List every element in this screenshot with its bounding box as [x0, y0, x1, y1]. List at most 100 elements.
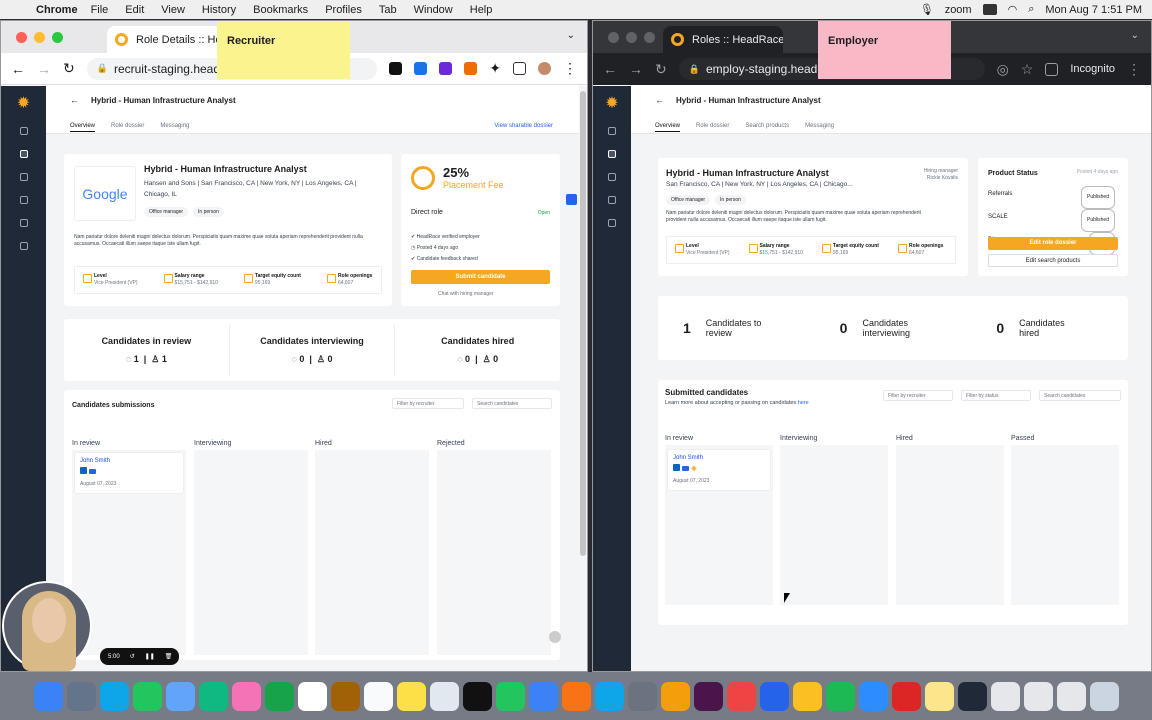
tab-overview[interactable]: Overview [70, 123, 96, 132]
mail-icon[interactable] [89, 469, 96, 474]
eye-off-icon[interactable]: ◎ [997, 61, 1009, 78]
menu-app-name[interactable]: Chrome [36, 4, 78, 16]
launchpad-icon[interactable] [66, 681, 96, 711]
sidebar-icon[interactable] [513, 62, 526, 75]
facetime-icon[interactable] [264, 681, 294, 711]
incognito-label[interactable]: Incognito [1070, 63, 1115, 75]
candidate-card[interactable]: John Smith August 07, 2023 [74, 452, 184, 494]
zoom-status[interactable]: zoom [945, 4, 972, 16]
search-candidates-input[interactable]: Search candidates [1039, 390, 1121, 401]
extension-icon[interactable] [464, 62, 478, 75]
filter-recruiter-select[interactable]: Filter by recruiter [392, 398, 464, 409]
filter-recruiter-select[interactable]: Filter by recruiter [883, 390, 953, 401]
roles-icon[interactable] [608, 150, 616, 158]
puzzle-icon[interactable]: ✦ [489, 60, 501, 77]
trash-icon[interactable] [1089, 681, 1119, 711]
reminders-icon[interactable] [363, 681, 393, 711]
battery-icon[interactable] [982, 4, 997, 15]
more-menu-icon[interactable]: ⋮ [563, 60, 577, 77]
safari-icon[interactable] [99, 681, 129, 711]
numbers-icon[interactable] [495, 681, 525, 711]
reload-icon[interactable]: ↻ [655, 61, 667, 78]
keynote-icon[interactable] [528, 681, 558, 711]
chrome-icon[interactable] [792, 681, 822, 711]
back-arrow-icon[interactable]: ← [70, 95, 79, 105]
submit-candidate-button[interactable]: Submit candidate [411, 270, 550, 284]
mail-icon[interactable] [682, 466, 689, 471]
linkedin-icon[interactable] [80, 467, 87, 474]
downloads-icon[interactable] [1056, 681, 1086, 711]
filter-status-select[interactable]: Filter by status [961, 390, 1031, 401]
tab-overview[interactable]: Overview [655, 123, 681, 132]
bookmark-star-icon[interactable]: ☆ [1021, 61, 1034, 78]
music-icon[interactable] [726, 681, 756, 711]
close-window-icon[interactable] [608, 31, 619, 43]
settings-icon[interactable] [19, 219, 28, 227]
finder-icon[interactable] [33, 681, 63, 711]
back-arrow-icon[interactable]: ← [655, 95, 664, 105]
menu-profiles[interactable]: Profiles [325, 4, 362, 16]
bluetooth-icon[interactable] [759, 681, 789, 711]
minimize-window-icon[interactable] [626, 31, 637, 43]
document-icon[interactable] [19, 196, 28, 204]
pages-icon[interactable] [561, 681, 591, 711]
mail-app-icon[interactable] [165, 681, 195, 711]
menu-edit[interactable]: Edit [125, 4, 144, 16]
sidebar-icon[interactable] [1045, 62, 1059, 76]
candidate-name[interactable]: John Smith [80, 458, 178, 464]
roles-icon[interactable] [19, 150, 28, 158]
document-icon[interactable] [608, 173, 616, 181]
profile-avatar[interactable] [538, 62, 551, 75]
reload-icon[interactable]: ↻ [63, 60, 75, 77]
maps-icon[interactable] [198, 681, 228, 711]
slack-icon[interactable] [693, 681, 723, 711]
candidate-card[interactable]: John Smith ✺ August 07, 2023 [667, 449, 771, 491]
menu-tab[interactable]: Tab [379, 4, 397, 16]
menu-window[interactable]: Window [414, 4, 453, 16]
extension-icon[interactable] [414, 62, 428, 75]
tab-messaging[interactable]: Messaging [160, 123, 189, 132]
document-thumbnail-icon[interactable] [1023, 681, 1053, 711]
browser-tab[interactable]: Role Details :: Hea [107, 26, 227, 53]
edit-role-dossier-button[interactable]: Edit role dossier [988, 237, 1118, 250]
menu-bookmarks[interactable]: Bookmarks [253, 4, 308, 16]
system-settings-icon[interactable] [627, 681, 657, 711]
home-icon[interactable] [608, 127, 616, 135]
document-thumbnail-icon[interactable] [990, 681, 1020, 711]
app-store-icon[interactable] [594, 681, 624, 711]
headrace-app-icon[interactable] [660, 681, 690, 711]
terminal-icon[interactable] [957, 681, 987, 711]
tab-search-chevron-icon[interactable]: ⌄ [567, 30, 575, 41]
scrollbar[interactable] [580, 91, 586, 556]
zoom-app-icon[interactable] [858, 681, 888, 711]
linkedin-icon[interactable] [673, 464, 680, 471]
edit-search-products-button[interactable]: Edit search products [988, 254, 1118, 267]
search-candidates-input[interactable]: Search candidates [472, 398, 552, 409]
extension-icon[interactable] [439, 62, 453, 75]
forward-icon[interactable]: → [37, 61, 51, 77]
menu-history[interactable]: History [202, 4, 236, 16]
notes-icon[interactable] [396, 681, 426, 711]
stickies-icon[interactable] [924, 681, 954, 711]
menu-file[interactable]: File [91, 4, 109, 16]
pause-icon[interactable]: ❚❚ [145, 653, 155, 660]
menu-help[interactable]: Help [470, 4, 493, 16]
back-icon[interactable]: ← [603, 61, 617, 77]
tv-icon[interactable] [462, 681, 492, 711]
back-icon[interactable]: ← [11, 61, 25, 77]
chat-icon[interactable] [19, 242, 28, 250]
home-icon[interactable] [19, 127, 28, 135]
menu-view[interactable]: View [161, 4, 185, 16]
chat-hiring-manager-link[interactable]: Chat with hiring manager [438, 291, 494, 297]
headrace-logo-icon[interactable]: ✹ [17, 96, 30, 112]
floating-widget-icon[interactable] [566, 194, 577, 205]
apple-icon[interactable] [15, 3, 29, 17]
tab-messaging[interactable]: Messaging [805, 123, 834, 132]
minimize-window-icon[interactable] [34, 31, 45, 43]
zoom-window-icon[interactable] [52, 31, 63, 43]
messages-icon[interactable] [132, 681, 162, 711]
briefcase-icon[interactable] [19, 173, 28, 181]
tab-search-chevron-icon[interactable]: ⌄ [1131, 30, 1139, 41]
search-products-icon[interactable] [608, 196, 616, 204]
spotify-icon[interactable] [825, 681, 855, 711]
